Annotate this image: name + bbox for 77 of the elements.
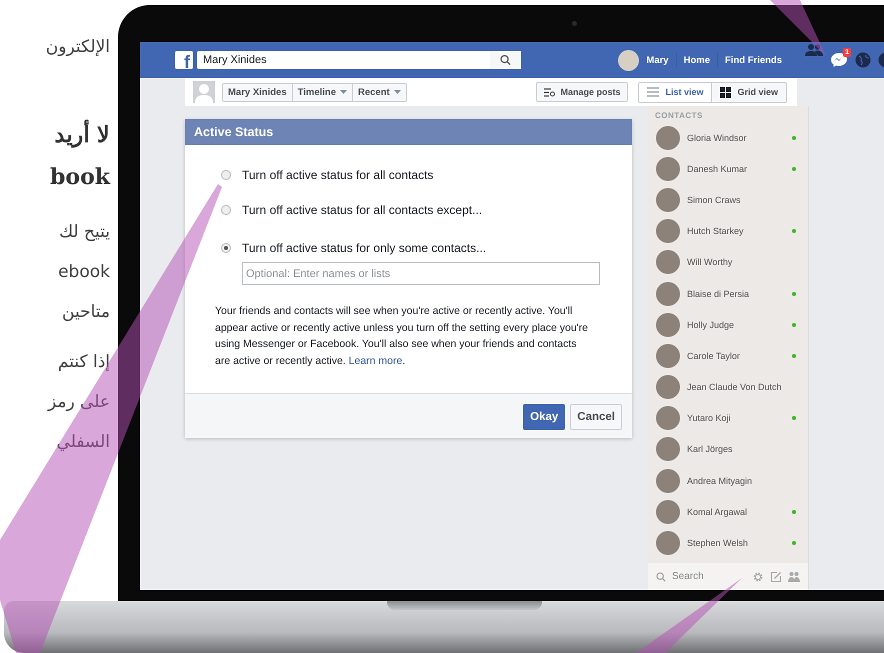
- avatar: [656, 188, 680, 212]
- contact-item[interactable]: Simon Craws: [648, 184, 808, 216]
- dropdown-button[interactable]: Timeline: [292, 84, 352, 100]
- contact-item[interactable]: Yutaro Koji: [648, 402, 808, 434]
- article-text: الإلكترون: [44, 36, 110, 59]
- dropdown-button[interactable]: Recent: [352, 84, 406, 100]
- view-tab[interactable]: List view: [639, 82, 712, 102]
- avatar: [656, 282, 680, 306]
- avatar: [656, 344, 680, 368]
- description-text: Your friends and contacts will see when you're active or recently active. You'll appear active or recently active unless you turn off the setting every place you're using Messenger or Facebook. You'll also see when your friends and contacts are active or recently active. Learn more.: [215, 304, 590, 368]
- contact-item[interactable]: Will Worthy: [648, 246, 808, 278]
- article-text: يتيح لك: [58, 221, 110, 244]
- pointer-arrow: [770, 0, 826, 56]
- contact-item[interactable]: Blaise di Persia: [648, 278, 808, 310]
- contact-item[interactable]: Hutch Starkey: [648, 216, 808, 247]
- avatar[interactable]: [618, 50, 640, 70]
- radio-option[interactable]: Turn off active status for only some contacts...: [221, 238, 592, 258]
- article-text: السفلي: [56, 431, 110, 454]
- radio-button[interactable]: [221, 170, 231, 180]
- compose-icon[interactable]: [770, 570, 782, 582]
- article-heading: book: [49, 163, 110, 192]
- section-heading: CONTACTS: [654, 110, 704, 122]
- contact-item[interactable]: Andrea Mityagin: [648, 465, 808, 496]
- manage-posts-button[interactable]: Manage posts: [536, 82, 628, 102]
- search-icon: [490, 51, 521, 69]
- radio-button[interactable]: [221, 205, 231, 215]
- settings-icon[interactable]: [752, 570, 764, 582]
- avatar: [656, 437, 680, 462]
- avatar: [656, 531, 680, 556]
- article-text: متاحين: [61, 301, 110, 324]
- radio-option[interactable]: Turn off active status for all contacts except...: [221, 200, 592, 220]
- contact-item[interactable]: Jean Claude Von Dutch: [648, 372, 808, 403]
- logo: f: [175, 51, 193, 69]
- contact-item[interactable]: Gloria Windsor: [648, 122, 808, 154]
- names-input-field[interactable]: Optional: Enter names or lists: [242, 262, 600, 285]
- people-icon[interactable]: [788, 570, 800, 582]
- profile-name-button[interactable]: Mary Xinides: [223, 84, 292, 100]
- avatar: [656, 156, 680, 181]
- avatar: [656, 250, 680, 274]
- avatar: [656, 312, 680, 337]
- cancel-button[interactable]: Cancel: [570, 404, 622, 430]
- contact-item[interactable]: Karl Jörges: [648, 434, 808, 466]
- avatar-silhouette-icon: [193, 81, 215, 103]
- profile-link[interactable]: Mary: [646, 54, 669, 66]
- nav-link[interactable]: Find Friends: [725, 54, 782, 66]
- people-search-field[interactable]: Mary Xinides: [197, 51, 521, 69]
- contact-item[interactable]: Danesh Kumar: [648, 153, 808, 184]
- dialog-title: Active Status: [185, 119, 632, 145]
- article-text: ebook: [57, 261, 110, 284]
- avatar: [656, 375, 680, 400]
- chat-bubble-icon[interactable]: [830, 52, 848, 68]
- sliders-icon: [544, 88, 556, 96]
- radio-button[interactable]: [221, 243, 231, 253]
- grid-icon: [720, 86, 732, 98]
- caret-icon: [340, 90, 347, 94]
- friends-icon[interactable]: [805, 43, 823, 57]
- article-text: إذا كنتم: [56, 351, 110, 374]
- caret-icon: [394, 90, 401, 94]
- nav-link[interactable]: Home: [684, 54, 710, 66]
- avatar: [656, 406, 680, 430]
- contact-item[interactable]: Holly Judge: [648, 309, 808, 340]
- globe-icon[interactable]: [855, 52, 871, 68]
- learn-more-link[interactable]: Learn more: [348, 354, 402, 366]
- avatar: [656, 126, 680, 150]
- camera-icon: [572, 21, 577, 26]
- contact-item[interactable]: Stephen Welsh: [648, 527, 808, 559]
- contact-item[interactable]: Komal Argawal: [648, 496, 808, 528]
- okay-button[interactable]: Okay: [523, 404, 566, 430]
- radio-option[interactable]: Turn off active status for all contacts: [221, 165, 592, 185]
- avatar: [656, 468, 680, 493]
- list-icon: [647, 87, 660, 97]
- search-icon: [656, 572, 666, 582]
- article-heading: لا أريد: [0, 114, 110, 156]
- view-tab[interactable]: Grid view: [711, 82, 786, 102]
- avatar: [656, 500, 680, 524]
- contact-item[interactable]: Carole Taylor: [648, 340, 808, 372]
- avatar: [656, 219, 680, 244]
